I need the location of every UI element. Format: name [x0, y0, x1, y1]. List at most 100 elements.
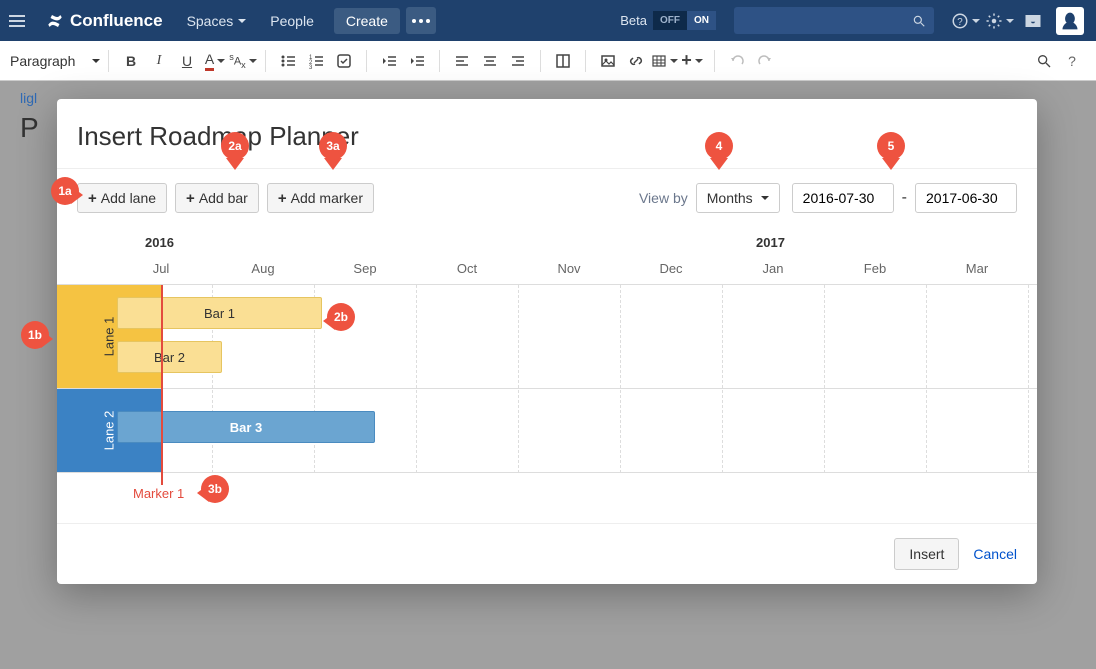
month-row: Jul Aug Sep Oct Nov Dec Jan Feb Mar	[57, 261, 1037, 285]
caret-down-icon	[92, 59, 100, 63]
app-header: Confluence Spaces People Create Beta OFF…	[0, 0, 1096, 41]
beta-toggle[interactable]: OFF ON	[653, 11, 716, 30]
cancel-link[interactable]: Cancel	[973, 546, 1017, 562]
search-input[interactable]	[734, 7, 934, 34]
align-center-button[interactable]	[476, 47, 504, 75]
svg-text:?: ?	[957, 16, 963, 27]
more-formatting-button[interactable]: sAx	[229, 47, 257, 75]
caret-down-icon	[972, 19, 980, 23]
underline-button[interactable]: U	[173, 47, 201, 75]
plus-icon: +	[278, 191, 287, 206]
lane-1[interactable]: Lane 1 Bar 1 Bar 2	[57, 285, 1037, 389]
toggle-on: ON	[687, 11, 716, 30]
bold-button[interactable]: B	[117, 47, 145, 75]
view-by-value: Months	[707, 190, 753, 206]
month-label: Nov	[557, 261, 580, 276]
find-button[interactable]	[1030, 47, 1058, 75]
month-label: Feb	[864, 261, 886, 276]
nav-people[interactable]: People	[258, 0, 326, 41]
task-list-button[interactable]	[330, 47, 358, 75]
header-right: Beta OFF ON ?	[620, 0, 1096, 41]
help-icon[interactable]: ?	[950, 0, 980, 41]
marker-1-label[interactable]: Marker 1	[133, 486, 184, 501]
modal-footer: Insert Cancel	[57, 523, 1037, 584]
bar-2[interactable]: Bar 2	[117, 341, 222, 373]
annotation-2a: 2a	[221, 132, 249, 168]
paragraph-select[interactable]: Paragraph	[10, 53, 100, 69]
timeline: 2016 2017 Jul Aug Sep Oct Nov Dec Jan Fe…	[57, 235, 1037, 523]
modal-toolbar: +Add lane +Add bar +Add marker View by M…	[57, 169, 1037, 227]
layout-button[interactable]	[549, 47, 577, 75]
annotation-3b: 3b	[201, 475, 231, 511]
settings-icon[interactable]	[984, 0, 1014, 41]
confluence-icon	[46, 12, 64, 30]
text-color-button[interactable]: A	[201, 47, 229, 75]
more-actions-button[interactable]	[406, 7, 436, 34]
month-label: Jan	[763, 261, 784, 276]
italic-button[interactable]: I	[145, 47, 173, 75]
link-button[interactable]	[622, 47, 650, 75]
help-button[interactable]: ?	[1058, 47, 1086, 75]
month-label: Aug	[251, 261, 274, 276]
add-bar-button[interactable]: + Add bar	[175, 183, 259, 213]
annotation-3a: 3a	[319, 132, 347, 168]
plus-icon: +	[186, 191, 195, 206]
menu-icon[interactable]	[0, 0, 34, 41]
nav-people-label: People	[270, 13, 314, 29]
search-icon	[912, 14, 926, 28]
add-lane-label: Add lane	[101, 190, 156, 206]
add-marker-label: Add marker	[291, 190, 363, 206]
user-avatar[interactable]	[1056, 7, 1084, 35]
month-label: Jul	[153, 261, 170, 276]
marker-line[interactable]	[161, 285, 163, 485]
month-label: Dec	[659, 261, 682, 276]
year-row: 2016 2017	[57, 235, 1037, 261]
annotation-1b: 1b	[21, 321, 49, 357]
numbered-list-button[interactable]: 123	[302, 47, 330, 75]
page-title: P	[20, 112, 39, 144]
view-by-select[interactable]: Months	[696, 183, 780, 213]
date-to-input[interactable]	[915, 183, 1017, 213]
outdent-button[interactable]	[375, 47, 403, 75]
redo-button[interactable]	[751, 47, 779, 75]
lane-2-body: Bar 3	[161, 389, 1037, 472]
header-left: Confluence Spaces People Create	[0, 0, 436, 41]
indent-button[interactable]	[403, 47, 431, 75]
svg-text:3: 3	[309, 65, 313, 69]
lane-1-body: Bar 1 Bar 2	[161, 285, 1037, 388]
annotation-4: 4	[705, 132, 733, 168]
app-logo[interactable]: Confluence	[34, 11, 175, 31]
insert-more-button[interactable]: +	[678, 47, 706, 75]
nav-spaces[interactable]: Spaces	[175, 0, 259, 41]
date-from-input[interactable]	[792, 183, 894, 213]
undo-button[interactable]	[723, 47, 751, 75]
toggle-off: OFF	[653, 11, 687, 30]
annotation-5: 5	[877, 132, 905, 168]
inbox-icon[interactable]	[1018, 0, 1048, 41]
paragraph-label: Paragraph	[10, 53, 75, 69]
plus-icon: +	[88, 191, 97, 206]
lanes-area: Lane 1 Bar 1 Bar 2 Lane 2 Bar 3 1b 2b	[57, 285, 1037, 473]
table-button[interactable]	[650, 47, 678, 75]
caret-down-icon	[238, 19, 246, 23]
roadmap-planner-modal: Insert Roadmap Planner +Add lane +Add ba…	[57, 99, 1037, 584]
lane-2[interactable]: Lane 2 Bar 3	[57, 389, 1037, 473]
year-2017: 2017	[756, 235, 785, 250]
date-separator: -	[902, 189, 907, 207]
add-lane-button[interactable]: + Add lane	[77, 183, 167, 213]
caret-down-icon	[761, 196, 769, 200]
add-bar-label: Add bar	[199, 190, 248, 206]
caret-down-icon	[1006, 19, 1014, 23]
create-button[interactable]: Create	[334, 8, 400, 34]
month-label: Sep	[353, 261, 376, 276]
breadcrumb: ligl	[20, 90, 37, 106]
image-button[interactable]	[594, 47, 622, 75]
insert-button[interactable]: Insert	[894, 538, 959, 570]
bullet-list-button[interactable]	[274, 47, 302, 75]
bar-3[interactable]: Bar 3	[117, 411, 375, 443]
bar-1[interactable]: Bar 1	[117, 297, 322, 329]
align-right-button[interactable]	[504, 47, 532, 75]
annotation-1a: 1a	[51, 177, 79, 213]
add-marker-button[interactable]: + Add marker	[267, 183, 374, 213]
align-left-button[interactable]	[448, 47, 476, 75]
